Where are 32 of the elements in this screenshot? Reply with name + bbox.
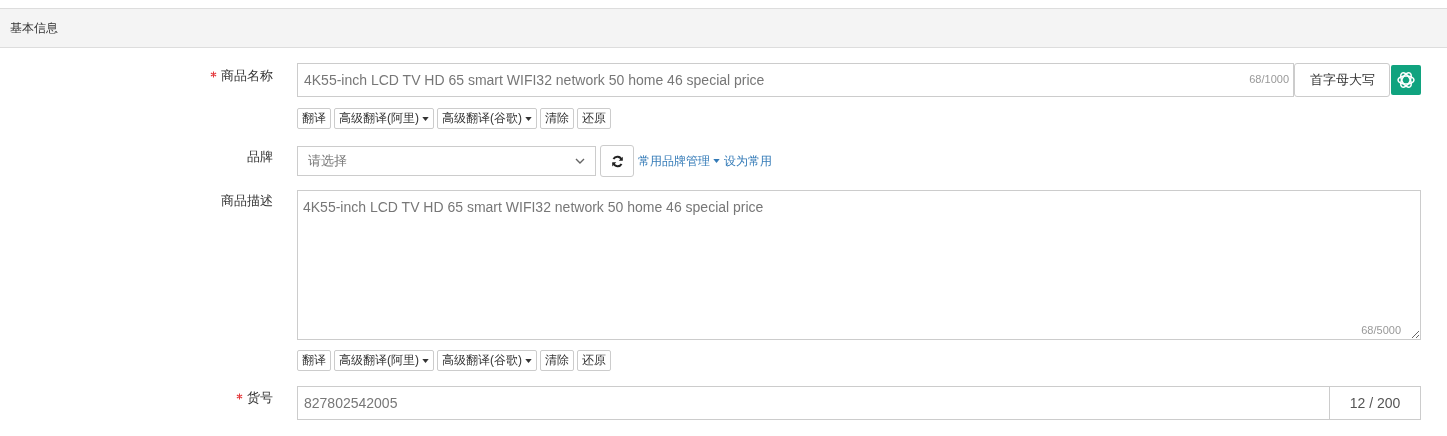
translate-dropdown[interactable]: 高级翻译(阿里) [334,108,434,129]
brand-manage-link[interactable]: 常用品牌管理 [638,152,720,170]
sku-input[interactable]: 827802542005 [297,386,1330,420]
tool-button[interactable]: 还原 [577,108,611,129]
translate-dropdown[interactable]: 高级翻译(谷歌) [437,108,537,129]
translate-dropdown[interactable]: 高级翻译(谷歌) [437,350,537,371]
ai-knot-icon[interactable] [1391,65,1421,95]
caret-icon [525,116,532,121]
field-label: 商品名称 [221,67,273,85]
tool-button[interactable]: 清除 [540,350,574,371]
refresh-icon [610,154,624,168]
caret-icon [422,116,429,121]
chevron-down-icon [575,158,585,164]
tool-button[interactable]: 清除 [540,108,574,129]
tool-button[interactable]: 翻译 [297,108,331,129]
caret-icon [713,159,720,163]
char-counter: 68/1000 [1249,73,1289,85]
field-label: 品牌 [247,148,273,166]
char-counter: 68/5000 [1361,324,1401,336]
field-label: 商品描述 [221,192,273,210]
refresh-button[interactable] [600,145,634,177]
caret-icon [422,358,429,363]
caret-icon [525,358,532,363]
tool-button[interactable]: 还原 [577,350,611,371]
char-counter: 12 / 200 [1330,386,1421,420]
field-label: 货号 [247,389,273,407]
set-default-link[interactable]: 设为常用 [724,152,772,170]
brand-select[interactable]: 请选择 [297,146,596,176]
translate-dropdown[interactable]: 高级翻译(阿里) [334,350,434,371]
tool-button[interactable]: 翻译 [297,350,331,371]
section-title: 基本信息 [10,19,58,37]
capitalize-button[interactable]: 首字母大写 [1294,63,1390,97]
